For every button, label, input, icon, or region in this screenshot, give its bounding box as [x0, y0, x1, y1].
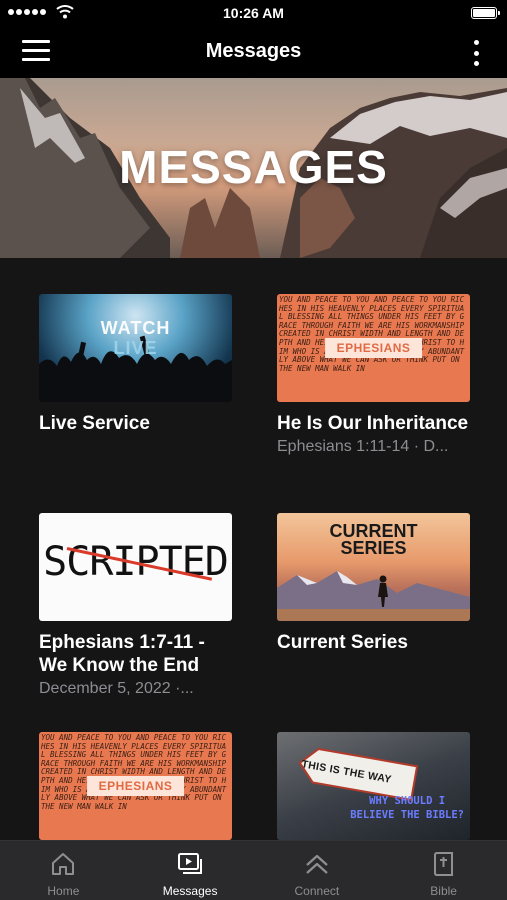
status-time: 10:26 AM [223, 5, 284, 21]
thumb-title: CURRENT SERIES [277, 522, 470, 558]
thumb-line2: SERIES [340, 538, 407, 558]
nav-bar: Messages [0, 26, 507, 78]
tab-connect[interactable]: Connect [254, 841, 381, 900]
tab-label: Connect [294, 884, 340, 898]
tab-label: Bible [430, 884, 457, 898]
connect-icon [306, 854, 328, 874]
tab-label: Messages [162, 884, 218, 898]
tab-label: Home [47, 884, 80, 898]
message-card-he-is-our-inheritance[interactable]: YOU AND PEACE TO YOU AND PEACE TO YOU RI… [277, 294, 470, 457]
message-card-current-series[interactable]: CURRENT SERIES Current Series [277, 513, 470, 654]
message-card-ephesians[interactable]: YOU AND PEACE TO YOU AND PEACE TO YOU RI… [39, 732, 232, 840]
thumb-line1: WATCH [100, 318, 171, 338]
home-icon [52, 853, 75, 875]
thumb-badge: EPHESIANS [86, 776, 185, 796]
hero-title: MESSAGES [119, 141, 388, 193]
card-thumbnail: YOU AND PEACE TO YOU AND PEACE TO YOU RI… [277, 294, 470, 402]
tab-home[interactable]: Home [0, 841, 127, 900]
tab-bible[interactable]: Bible [380, 841, 507, 900]
tab-bar: Home Messages Connect Bible [0, 840, 507, 900]
card-title: He Is Our Inheritance [277, 413, 469, 434]
bible-icon [433, 852, 453, 876]
more-options-button[interactable] [471, 40, 481, 66]
tab-messages[interactable]: Messages [127, 841, 254, 900]
thumb-line2: BELIEVE THE BIBLE? [350, 809, 464, 821]
menu-button[interactable] [22, 40, 56, 64]
more-vertical-icon [473, 40, 479, 45]
hero-banner: MESSAGES [0, 78, 507, 258]
thumb-line1: WHY SHOULD I [369, 795, 446, 807]
card-thumbnail: CURRENT SERIES [277, 513, 470, 621]
messages-grid: WATCH LIVE Live Service YOU AND PEACE TO… [0, 258, 507, 840]
card-thumbnail: YOU AND PEACE TO YOU AND PEACE TO YOU RI… [39, 732, 232, 840]
thumb-line2: LIVE [113, 338, 158, 358]
page-title: Messages [205, 40, 302, 62]
message-card-ephesians-1-7-11[interactable]: SCRIPTED Ephesians 1:7-11 - We Know the … [39, 513, 232, 699]
status-bar: 10:26 AM [0, 0, 507, 26]
battery-icon [471, 7, 500, 19]
hamburger-icon [22, 40, 50, 43]
card-subtitle: December 5, 2022 ·... [39, 680, 194, 697]
card-thumbnail: THIS IS THE WAY WHY SHOULD I BELIEVE THE… [277, 732, 470, 840]
messages-icon [178, 853, 203, 874]
card-thumbnail: SCRIPTED [39, 513, 232, 621]
thumb-title: WHY SHOULD I BELIEVE THE BIBLE? [350, 794, 464, 822]
card-thumbnail: WATCH LIVE [39, 294, 232, 402]
card-title: Ephesians 1:7-11 - We Know the End [39, 632, 205, 676]
card-subtitle: Ephesians 1:11-14 · D... [277, 438, 449, 455]
thumb-badge: EPHESIANS [324, 338, 423, 358]
message-card-why-believe-bible[interactable]: THIS IS THE WAY WHY SHOULD I BELIEVE THE… [277, 732, 470, 840]
message-card-live-service[interactable]: WATCH LIVE Live Service [39, 294, 232, 435]
card-title: Live Service [39, 413, 150, 434]
card-title: Current Series [277, 632, 408, 653]
